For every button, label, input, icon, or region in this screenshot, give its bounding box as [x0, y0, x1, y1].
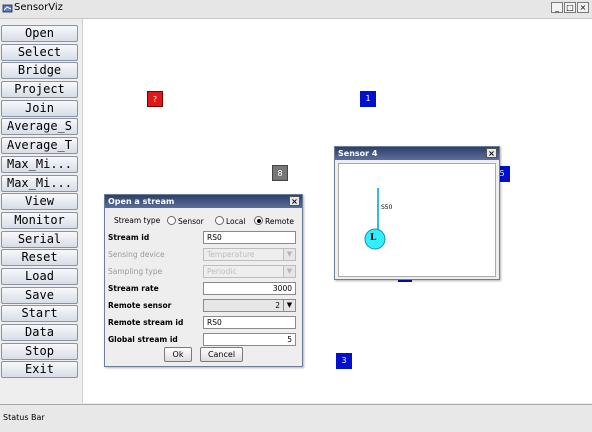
- command-sidebar: Open Select Bridge Project Join Average_…: [1, 25, 80, 380]
- load-button[interactable]: Load: [1, 267, 78, 285]
- save-button[interactable]: Save: [1, 286, 78, 304]
- sensor-letter: L: [370, 233, 377, 243]
- status-bar: Status Bar: [0, 404, 592, 432]
- sensor-graph: [364, 188, 386, 250]
- serial-button[interactable]: Serial: [1, 230, 78, 248]
- stream-type-label: Stream type: [114, 216, 161, 225]
- chevron-down-icon[interactable]: ▼: [283, 300, 295, 311]
- project-button[interactable]: Project: [1, 81, 78, 99]
- start-button[interactable]: Start: [1, 305, 78, 323]
- join-button[interactable]: Join: [1, 99, 78, 117]
- open-stream-dialog: Open a stream × Stream type Sensor Local…: [104, 194, 303, 367]
- radio-remote-label: Remote: [265, 217, 294, 226]
- dialog-close-button[interactable]: ×: [289, 196, 300, 206]
- global-stream-id-label: Global stream id: [108, 335, 178, 344]
- cancel-button[interactable]: Cancel: [200, 347, 243, 362]
- chevron-down-icon: ▼: [283, 266, 295, 277]
- chevron-down-icon: ▼: [283, 249, 295, 260]
- average-t-button[interactable]: Average_T: [1, 137, 78, 155]
- remote-sensor-label: Remote sensor: [108, 301, 172, 310]
- dialog-title: Open a stream: [108, 197, 175, 206]
- sensor-window-canvas: S50 L: [338, 163, 496, 277]
- sensor-window: Sensor 4 × S50 L: [334, 146, 500, 280]
- open-button[interactable]: Open: [1, 25, 78, 42]
- monitor-button[interactable]: Monitor: [1, 211, 78, 229]
- radio-remote[interactable]: Remote: [254, 216, 294, 226]
- sensor-window-title: Sensor 4: [338, 149, 378, 158]
- radio-local[interactable]: Local: [215, 216, 245, 226]
- stream-rate-label: Stream rate: [108, 284, 159, 293]
- ok-button[interactable]: Ok: [164, 347, 192, 362]
- remote-sensor-select[interactable]: 2 ▼: [203, 299, 296, 312]
- radio-sensor-label: Sensor: [178, 217, 204, 226]
- view-button[interactable]: View: [1, 193, 78, 211]
- average-s-button[interactable]: Average_S: [1, 118, 78, 136]
- exit-button[interactable]: Exit: [1, 361, 78, 379]
- stop-button[interactable]: Stop: [1, 342, 78, 360]
- app-icon: [2, 4, 13, 13]
- sensor-node-3[interactable]: 3: [336, 353, 352, 369]
- sensor-node-1[interactable]: 1: [360, 91, 376, 107]
- status-bar-text: Status Bar: [3, 413, 45, 422]
- window-title: SensorViz: [14, 2, 63, 13]
- radio-local-label: Local: [226, 217, 246, 226]
- sensing-device-select: Temperature ▼: [203, 248, 296, 261]
- bridge-button[interactable]: Bridge: [1, 62, 78, 80]
- sampling-type-value: Periodic: [207, 267, 237, 276]
- sensor-node-8[interactable]: 8: [272, 165, 288, 181]
- reset-button[interactable]: Reset: [1, 249, 78, 267]
- maximize-button[interactable]: □: [564, 2, 576, 13]
- stream-id-label: Stream id: [108, 233, 150, 242]
- radio-local-circle[interactable]: [215, 216, 224, 225]
- radio-sensor-circle[interactable]: [167, 216, 176, 225]
- close-button[interactable]: ×: [577, 2, 589, 13]
- global-stream-id-field[interactable]: 5: [203, 333, 296, 346]
- remote-sensor-value: 2: [275, 301, 280, 310]
- remote-stream-id-field[interactable]: RS0: [203, 316, 296, 329]
- max-min-t-button[interactable]: Max_Mi...: [1, 174, 78, 192]
- radio-sensor[interactable]: Sensor: [167, 216, 204, 226]
- select-button[interactable]: Select: [1, 43, 78, 61]
- stream-id-field[interactable]: RS0: [203, 231, 296, 244]
- sensing-device-value: Temperature: [207, 250, 255, 259]
- stream-label: S50: [381, 204, 393, 211]
- minimize-button[interactable]: _: [551, 2, 563, 13]
- stream-rate-field[interactable]: 3000: [203, 282, 296, 295]
- max-min-s-button[interactable]: Max_Mi...: [1, 155, 78, 173]
- dialog-titlebar: Open a stream ×: [105, 195, 302, 208]
- sampling-type-select: Periodic ▼: [203, 265, 296, 278]
- window-titlebar: SensorViz _ □ ×: [0, 0, 592, 19]
- sensor-window-titlebar: Sensor 4 ×: [335, 147, 499, 160]
- remote-stream-id-label: Remote stream id: [108, 318, 184, 327]
- sensing-device-label: Sensing device: [108, 250, 165, 259]
- data-button[interactable]: Data: [1, 324, 78, 341]
- sensor-window-close-button[interactable]: ×: [486, 148, 497, 158]
- radio-remote-circle[interactable]: [254, 216, 263, 225]
- sensor-node-red[interactable]: ?: [147, 91, 163, 107]
- sampling-type-label: Sampling type: [108, 267, 163, 276]
